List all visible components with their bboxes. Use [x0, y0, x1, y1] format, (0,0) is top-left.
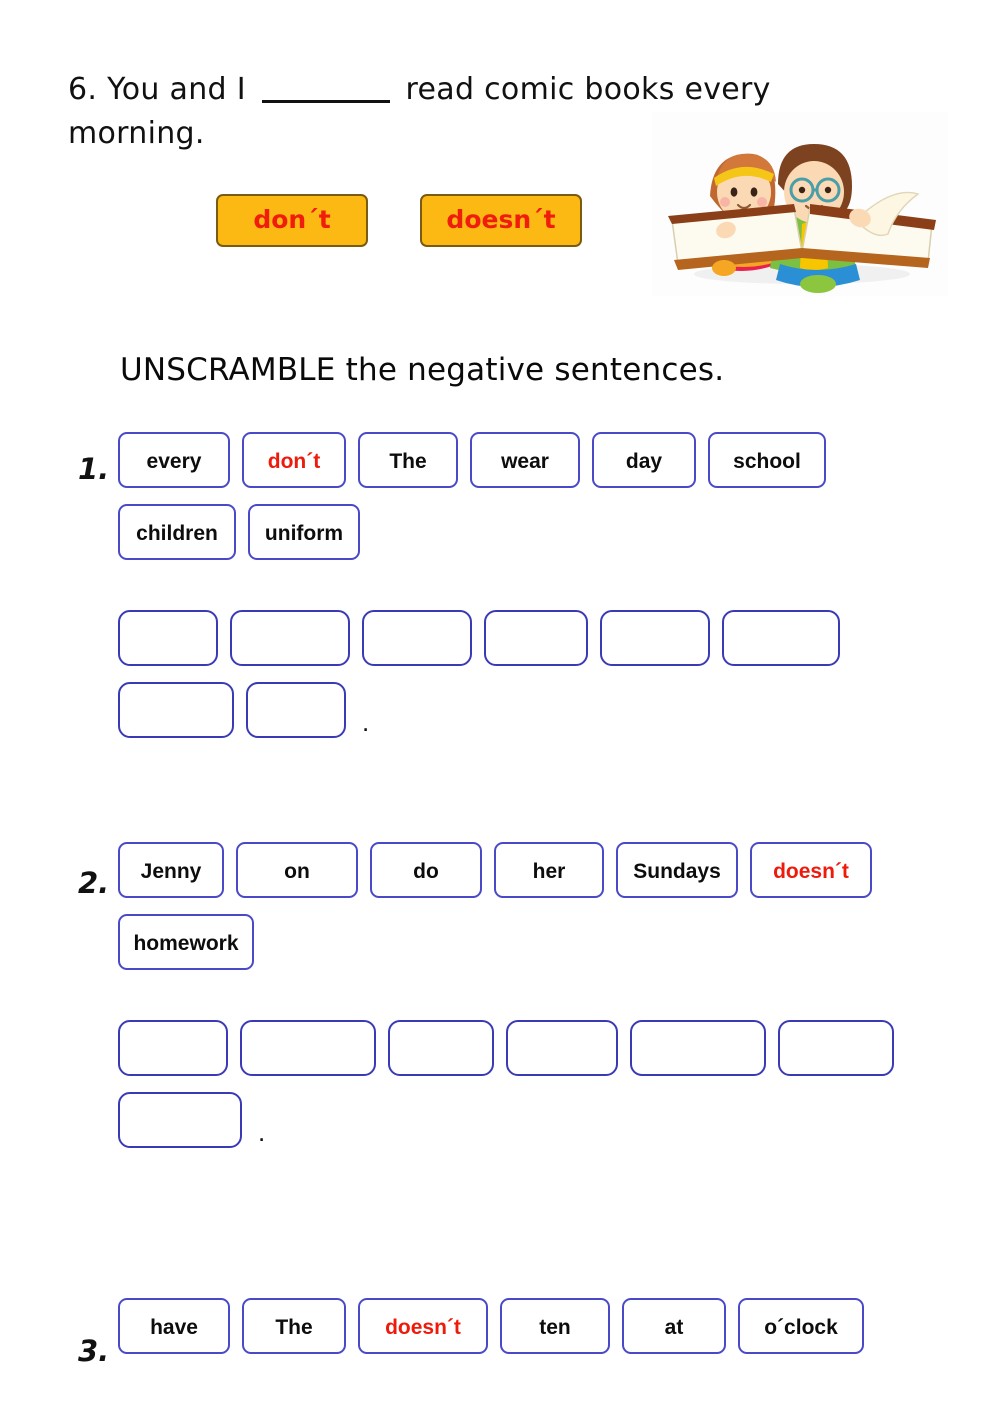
choice-button-group: don´t doesn´t	[216, 194, 582, 247]
word-tile[interactable]: day	[592, 432, 696, 488]
dropbox-row: .	[118, 1092, 1000, 1164]
word-tile[interactable]: The	[358, 432, 458, 488]
word-tile[interactable]: Jenny	[118, 842, 224, 898]
choice-button-dont[interactable]: don´t	[216, 194, 368, 247]
answer-blank[interactable]	[261, 100, 390, 103]
word-tile[interactable]: every	[118, 432, 230, 488]
two-children-reading-book-illustration	[652, 112, 948, 296]
word-tile[interactable]: uniform	[248, 504, 360, 560]
exercise-2: 2. Jenny on do her Sundays doesn´t homework .	[0, 842, 1000, 1164]
question-6-line-1: 6. You and I read comic books every	[68, 68, 828, 112]
exercise-number: 2.	[78, 866, 110, 900]
word-tile-row: have The doesn´t ten at o´clock	[118, 1298, 1000, 1370]
exercise-1-content: every don´t The wear day school children unifo…	[118, 432, 1000, 754]
answer-dropbox[interactable]	[722, 610, 840, 666]
answer-area: .	[118, 610, 1000, 754]
answer-dropbox[interactable]	[778, 1020, 894, 1076]
answer-dropbox[interactable]	[600, 610, 710, 666]
answer-dropbox[interactable]	[506, 1020, 618, 1076]
dropbox-row	[118, 1020, 1000, 1092]
word-tile[interactable]: doesn´t	[750, 842, 872, 898]
word-tile[interactable]: Sundays	[616, 842, 738, 898]
answer-dropbox[interactable]	[118, 1020, 228, 1076]
exercise-1: 1. every don´t The wear day school children un…	[0, 432, 1000, 754]
word-tile[interactable]: o´clock	[738, 1298, 864, 1354]
word-tile[interactable]: children	[118, 504, 236, 560]
word-tile[interactable]: The	[242, 1298, 346, 1354]
answer-area: .	[118, 1020, 1000, 1164]
answer-dropbox[interactable]	[118, 1092, 242, 1148]
answer-dropbox[interactable]	[118, 610, 218, 666]
word-tile-row: homework	[118, 914, 1000, 986]
exercise-number: 3.	[78, 1334, 110, 1368]
answer-dropbox[interactable]	[362, 610, 472, 666]
dropbox-row	[118, 610, 1000, 682]
sentence-period: .	[258, 1117, 266, 1147]
exercise-3: 3. have The doesn´t ten at o´clock	[0, 1298, 1000, 1370]
exercise-3-content: have The doesn´t ten at o´clock	[118, 1298, 1000, 1370]
question-text-before-blank: You and I	[107, 72, 246, 107]
word-tile-row: Jenny on do her Sundays doesn´t	[118, 842, 1000, 914]
word-tile[interactable]: don´t	[242, 432, 346, 488]
answer-dropbox[interactable]	[484, 610, 588, 666]
word-tile[interactable]: school	[708, 432, 826, 488]
answer-dropbox[interactable]	[388, 1020, 494, 1076]
word-tile[interactable]: ten	[500, 1298, 610, 1354]
word-tile-row: children uniform	[118, 504, 1000, 576]
word-tile[interactable]: do	[370, 842, 482, 898]
answer-dropbox[interactable]	[246, 682, 346, 738]
word-tile[interactable]: wear	[470, 432, 580, 488]
dropbox-row: .	[118, 682, 1000, 754]
page-title: UNSCRAMBLE the negative sentences.	[120, 352, 725, 388]
sentence-period: .	[362, 707, 370, 737]
word-tile[interactable]: have	[118, 1298, 230, 1354]
word-tile-row: every don´t The wear day school	[118, 432, 1000, 504]
word-tile[interactable]: homework	[118, 914, 254, 970]
word-tile[interactable]: doesn´t	[358, 1298, 488, 1354]
question-text-after-blank: read comic books every	[405, 72, 771, 107]
answer-dropbox[interactable]	[240, 1020, 376, 1076]
answer-dropbox[interactable]	[118, 682, 234, 738]
answer-dropbox[interactable]	[230, 610, 350, 666]
question-number: 6.	[68, 72, 98, 107]
word-tile[interactable]: her	[494, 842, 604, 898]
exercise-number: 1.	[78, 452, 110, 486]
word-tile[interactable]: at	[622, 1298, 726, 1354]
word-tile[interactable]: on	[236, 842, 358, 898]
answer-dropbox[interactable]	[630, 1020, 766, 1076]
exercise-2-content: Jenny on do her Sundays doesn´t homework .	[118, 842, 1000, 1164]
choice-button-doesnt[interactable]: doesn´t	[420, 194, 582, 247]
